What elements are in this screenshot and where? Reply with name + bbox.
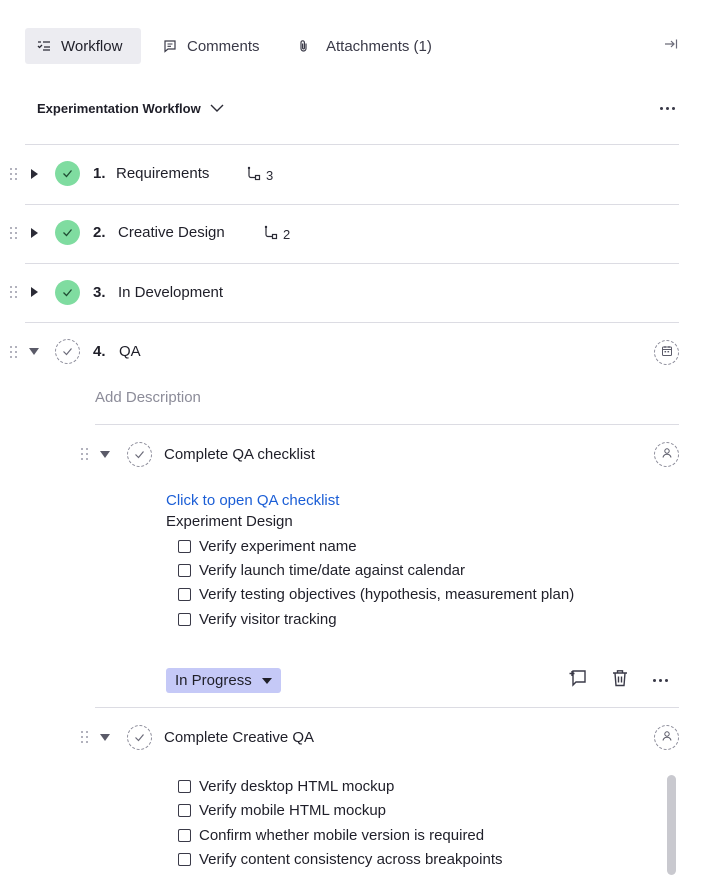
divider <box>25 322 679 323</box>
step-status-complete[interactable] <box>55 220 80 245</box>
task-name[interactable]: Complete QA checklist <box>164 446 315 463</box>
collapse-right-icon <box>664 37 678 55</box>
checklist-item[interactable]: Verify launch time/date against calendar <box>178 562 465 579</box>
assign-user-button[interactable] <box>654 725 679 750</box>
subtask-icon <box>263 225 278 243</box>
subtask-count[interactable]: 2 <box>263 225 290 243</box>
tab-attachments[interactable]: Attachments (1) <box>286 28 446 64</box>
checklist-item[interactable]: Verify experiment name <box>178 538 357 555</box>
step-name[interactable]: Creative Design <box>118 224 225 241</box>
collapse-arrow-icon[interactable] <box>100 451 110 458</box>
paperclip-icon <box>298 39 310 53</box>
add-comment-button[interactable] <box>567 669 589 691</box>
divider <box>25 204 679 205</box>
comment-add-icon <box>568 668 588 693</box>
chevron-down-icon <box>209 101 225 116</box>
status-label: In Progress <box>175 672 252 689</box>
collapse-panel-button[interactable] <box>660 36 682 56</box>
step-status-open[interactable] <box>55 339 80 364</box>
due-date-button[interactable] <box>654 340 679 365</box>
checkbox[interactable] <box>178 804 191 817</box>
tab-label: Attachments (1) <box>326 37 432 55</box>
task-status-open[interactable] <box>127 442 152 467</box>
checklist-item[interactable]: Verify visitor tracking <box>178 611 337 628</box>
divider <box>95 424 679 425</box>
divider <box>95 707 679 708</box>
collapse-arrow-icon[interactable] <box>100 734 110 741</box>
user-icon <box>661 446 673 464</box>
divider <box>25 263 679 264</box>
step-status-complete[interactable] <box>55 280 80 305</box>
step-number: 4. <box>93 343 106 360</box>
workflow-more-button[interactable] <box>660 107 675 110</box>
step-name[interactable]: In Development <box>118 284 223 301</box>
step-number: 2. <box>93 224 106 241</box>
tab-label: Comments <box>187 37 260 55</box>
expand-arrow-icon[interactable] <box>31 169 38 179</box>
checkbox[interactable] <box>178 853 191 866</box>
checkmark-icon <box>62 343 73 361</box>
checkbox[interactable] <box>178 588 191 601</box>
drag-handle[interactable] <box>10 346 18 358</box>
step-name[interactable]: Requirements <box>116 165 209 182</box>
delete-task-button[interactable] <box>609 669 631 691</box>
drag-handle[interactable] <box>10 168 18 180</box>
drag-handle[interactable] <box>81 731 89 743</box>
tab-label: Workflow <box>61 37 123 55</box>
checkbox[interactable] <box>178 540 191 553</box>
checkmark-icon <box>134 729 145 747</box>
workflow-selector[interactable]: Experimentation Workflow <box>37 98 225 118</box>
step-number: 3. <box>93 284 106 301</box>
task-name[interactable]: Complete Creative QA <box>164 729 314 746</box>
checkmark-icon <box>62 165 73 183</box>
qa-checklist-link[interactable]: Click to open QA checklist <box>166 492 339 509</box>
checklist-item[interactable]: Confirm whether mobile version is requir… <box>178 827 484 844</box>
collapse-arrow-icon[interactable] <box>29 348 39 355</box>
checklist-item[interactable]: Verify mobile HTML mockup <box>178 802 386 819</box>
tab-workflow[interactable]: Workflow <box>25 28 141 64</box>
assign-user-button[interactable] <box>654 442 679 467</box>
expand-arrow-icon[interactable] <box>31 228 38 238</box>
drag-handle[interactable] <box>10 227 18 239</box>
step-number: 1. <box>93 165 106 182</box>
workflow-icon <box>37 39 51 53</box>
tab-comments[interactable]: Comments <box>151 28 277 64</box>
divider <box>25 144 679 145</box>
user-icon <box>661 729 673 747</box>
checklist-item[interactable]: Verify testing objectives (hypothesis, m… <box>178 586 574 603</box>
task-more-button[interactable] <box>653 679 668 682</box>
checkmark-icon <box>62 224 73 242</box>
checkbox[interactable] <box>178 780 191 793</box>
checkmark-icon <box>134 446 145 464</box>
step-name[interactable]: QA <box>119 343 141 360</box>
expand-arrow-icon[interactable] <box>31 287 38 297</box>
checklist-item[interactable]: Verify desktop HTML mockup <box>178 778 394 795</box>
task-status-dropdown[interactable]: In Progress <box>166 668 281 693</box>
caret-down-icon <box>261 677 272 684</box>
scrollbar[interactable] <box>667 775 676 875</box>
checkbox[interactable] <box>178 564 191 577</box>
task-status-open[interactable] <box>127 725 152 750</box>
step-status-complete[interactable] <box>55 161 80 186</box>
subtask-icon <box>246 166 261 184</box>
calendar-icon <box>661 344 673 362</box>
comment-icon <box>163 39 177 53</box>
checkbox[interactable] <box>178 829 191 842</box>
checklist-section-heading: Experiment Design <box>166 513 293 530</box>
subtask-count[interactable]: 3 <box>246 166 273 184</box>
drag-handle[interactable] <box>81 448 89 460</box>
workflow-title: Experimentation Workflow <box>37 100 201 116</box>
checklist-item[interactable]: Verify content consistency across breakp… <box>178 851 503 868</box>
add-description-field[interactable]: Add Description <box>95 389 201 406</box>
checkbox[interactable] <box>178 613 191 626</box>
drag-handle[interactable] <box>10 286 18 298</box>
trash-icon <box>611 668 629 693</box>
checkmark-icon <box>62 284 73 302</box>
